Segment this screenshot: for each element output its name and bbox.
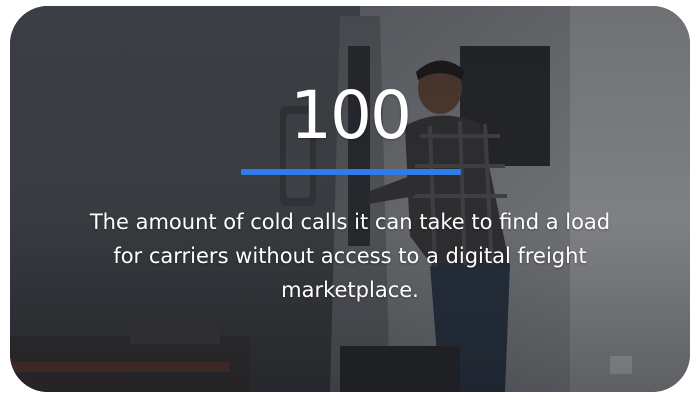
- card-content: 100 The amount of cold calls it can take…: [10, 6, 690, 392]
- stat-card: 100 The amount of cold calls it can take…: [10, 6, 690, 392]
- accent-divider: [241, 169, 461, 175]
- stat-number: 100: [290, 77, 412, 154]
- stat-description: The amount of cold calls it can take to …: [89, 210, 611, 302]
